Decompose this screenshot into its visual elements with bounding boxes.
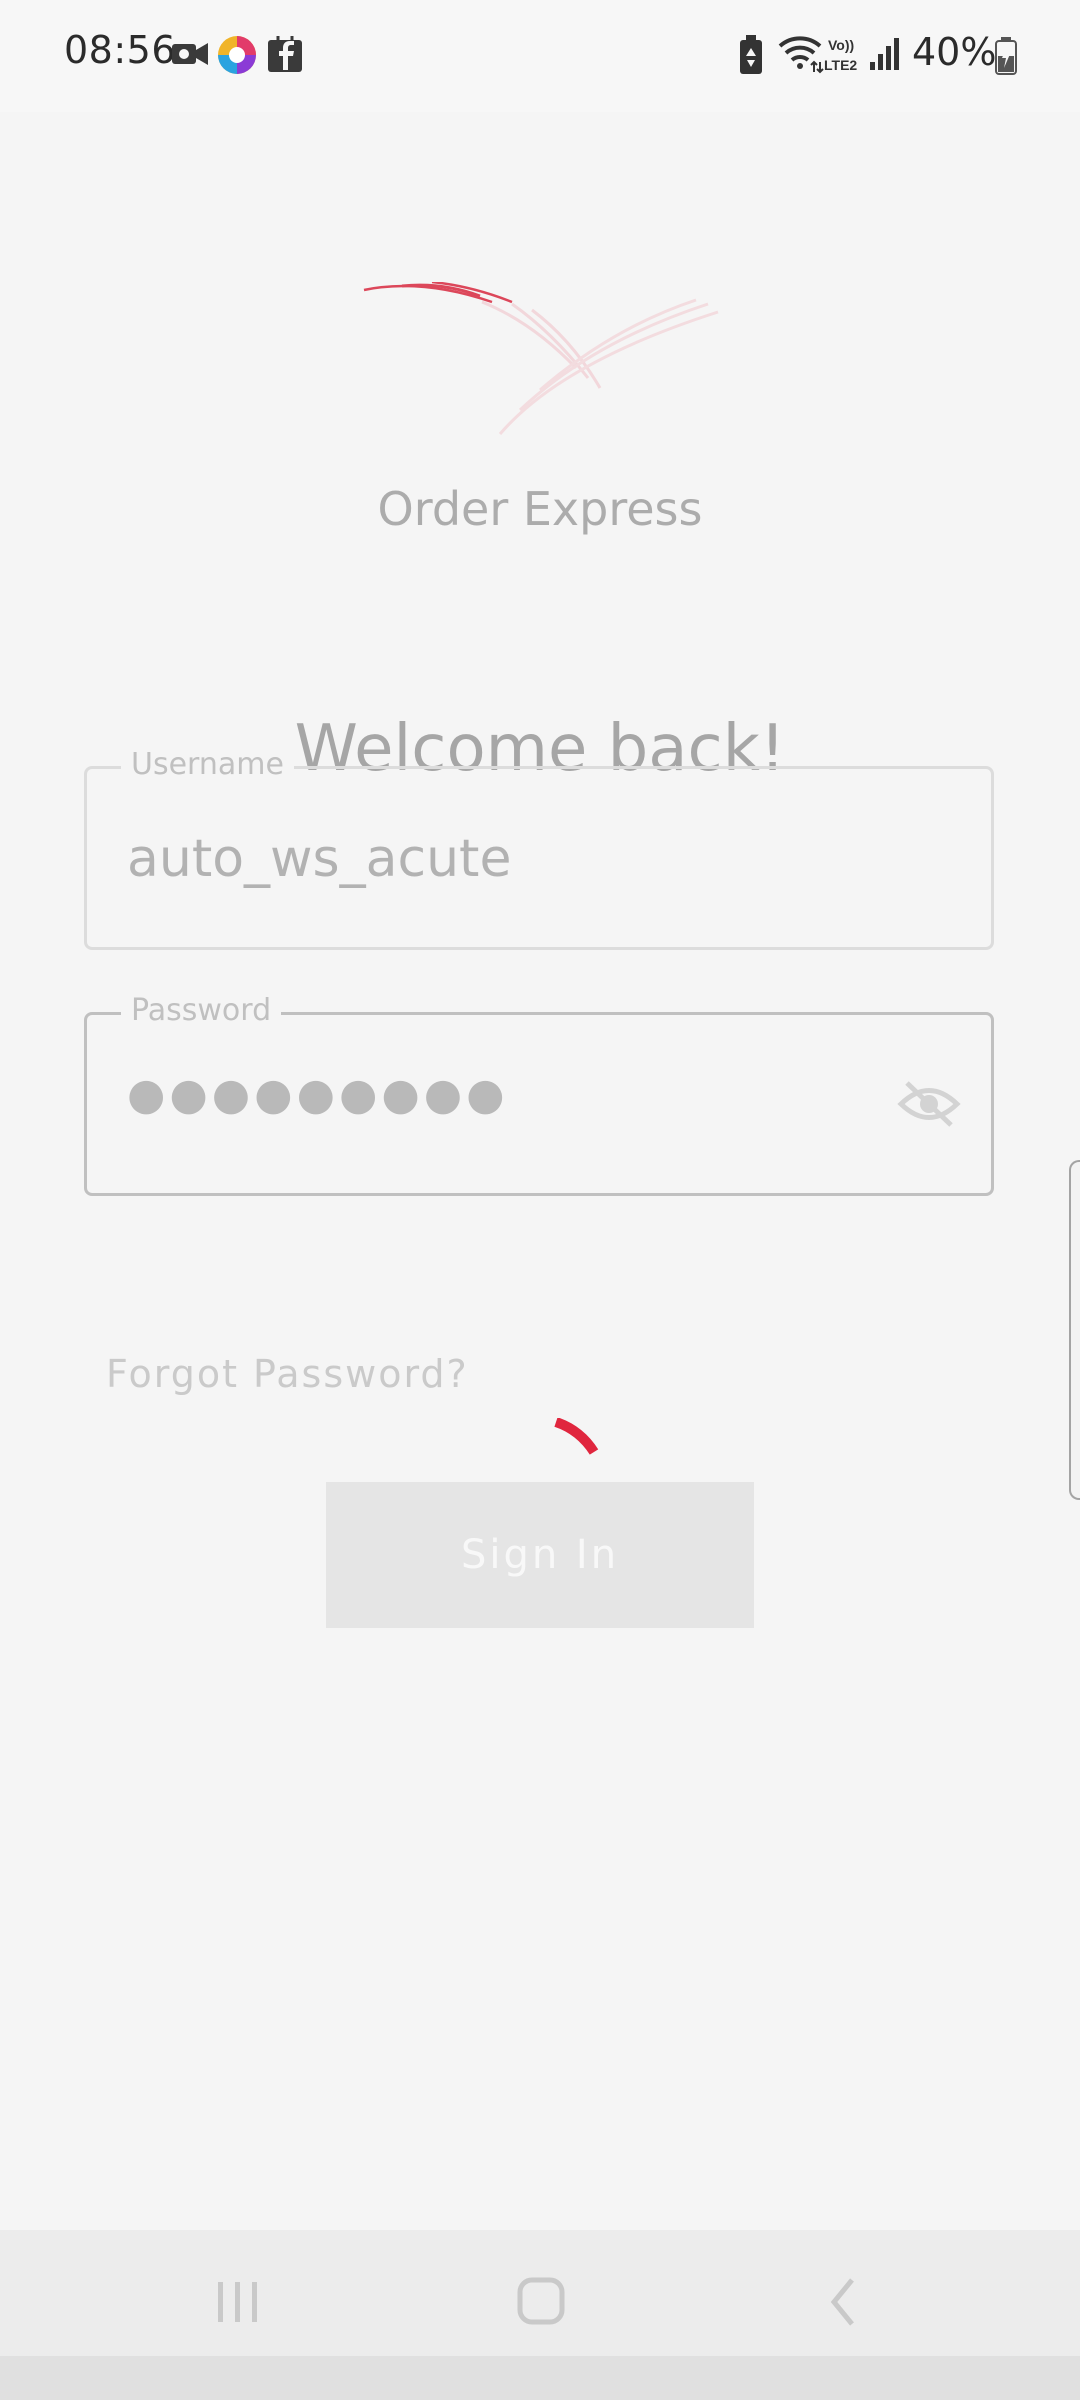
volte-lte2-icon: Vo)) LTE2: [824, 37, 857, 73]
video-call-icon: [172, 43, 208, 65]
edge-panel-handle[interactable]: [1069, 1160, 1080, 1500]
forgot-password-link[interactable]: Forgot Password?: [106, 1352, 469, 1396]
nav-bar-strip: [0, 2356, 1080, 2400]
battery-saver-icon: [740, 35, 762, 74]
browser-app-icon: [218, 36, 256, 74]
battery-percent: 40%: [912, 30, 997, 74]
eye-off-icon[interactable]: [897, 1079, 961, 1129]
status-time: 08:56: [64, 28, 177, 72]
login-page: 08:56 Vo)) LTE2 40% Order Express Welcom…: [0, 0, 1080, 2400]
svg-text:LTE2: LTE2: [824, 57, 857, 73]
home-icon[interactable]: [500, 2270, 580, 2330]
password-field[interactable]: Password ●●●●●●●●●: [84, 993, 994, 1196]
sign-in-button[interactable]: Sign In: [326, 1482, 754, 1628]
app-name: Order Express: [377, 482, 703, 536]
username-value[interactable]: auto_ws_acute: [127, 829, 511, 889]
loading-spinner-icon: [554, 1418, 599, 1455]
username-field[interactable]: Username auto_ws_acute: [84, 747, 994, 950]
signal-icon: [870, 38, 899, 70]
password-label: Password: [121, 993, 282, 1028]
facebook-icon: [268, 36, 302, 72]
svg-text:Vo)): Vo)): [828, 37, 854, 53]
status-bar: 08:56 Vo)) LTE2 40%: [0, 0, 1080, 112]
wifi-icon: [778, 36, 824, 74]
login-screen: Order Express Welcome back! Username aut…: [0, 112, 1080, 2230]
password-input[interactable]: ●●●●●●●●●: [127, 1069, 847, 1145]
back-icon[interactable]: [804, 2270, 884, 2330]
battery-icon: [995, 37, 1017, 75]
username-label: Username: [121, 747, 294, 782]
app-logo-icon: [363, 282, 719, 435]
recent-apps-icon[interactable]: [198, 2270, 278, 2330]
navigation-bar: [0, 2230, 1080, 2400]
